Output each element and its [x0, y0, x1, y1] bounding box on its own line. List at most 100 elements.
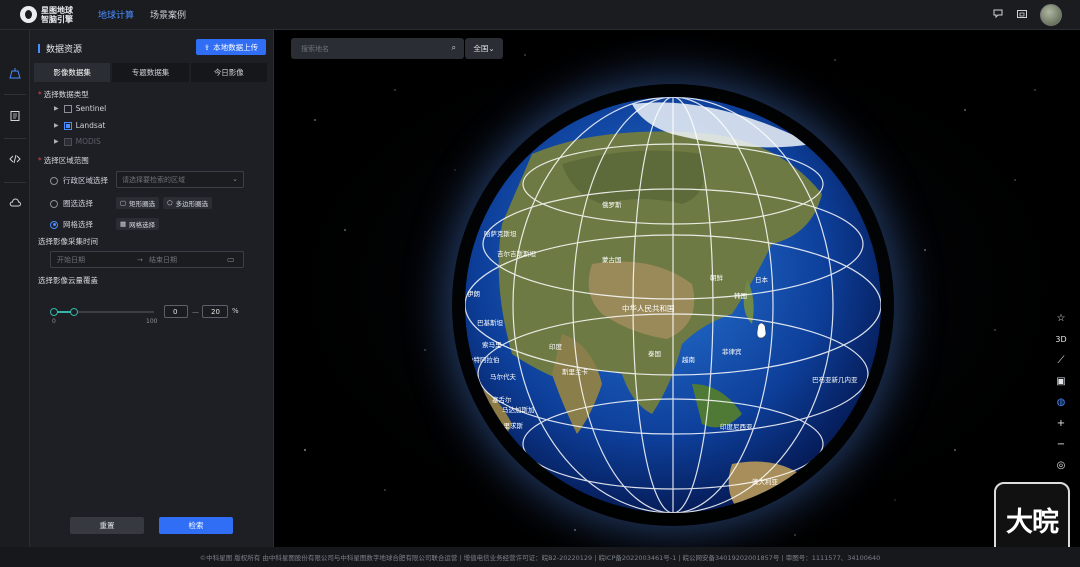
- star-icon[interactable]: ☆: [1050, 308, 1072, 329]
- end-date-input[interactable]: 结束日期: [149, 255, 227, 265]
- range-separator: —: [192, 308, 199, 316]
- rect-select-label: 矩形圈选: [129, 200, 156, 208]
- tab-imagery-dataset[interactable]: 影像数据集: [34, 63, 111, 82]
- place-search-input[interactable]: 搜索地名 ⌕: [291, 38, 464, 59]
- slider-min-tick: 0: [52, 318, 56, 325]
- tab-thematic-dataset[interactable]: 专题数据集: [112, 63, 189, 82]
- slider-handle-max[interactable]: [70, 308, 78, 316]
- rail-divider: [4, 138, 26, 139]
- cloud-min-input[interactable]: 0: [164, 305, 188, 318]
- label-kazakhstan: 哈萨克斯坦: [484, 229, 517, 238]
- watermark-logo: 大晥: [994, 482, 1070, 547]
- layers-icon[interactable]: [0, 65, 30, 87]
- slider-max-tick: 100: [146, 318, 158, 325]
- reset-button[interactable]: 重置: [70, 517, 144, 534]
- sentinel-checkbox[interactable]: [63, 104, 72, 113]
- sentinel-label: Sentinel: [75, 104, 107, 113]
- code-icon[interactable]: [0, 151, 30, 173]
- radio-grid[interactable]: [50, 220, 58, 229]
- zoom-in-icon[interactable]: +: [1050, 413, 1072, 434]
- required-mark: *: [38, 156, 42, 165]
- brand-line-1: 星图地球: [41, 5, 73, 15]
- tab-today-imagery[interactable]: 今日影像: [190, 63, 267, 82]
- logo[interactable]: 星图地球 智脑引擎: [20, 6, 82, 24]
- search-icon[interactable]: ⌕: [452, 43, 456, 53]
- window-icon[interactable]: [1016, 8, 1028, 23]
- grid-select-button[interactable]: ▦ 网格选择: [116, 218, 160, 230]
- modis-checkbox: [63, 137, 72, 146]
- upload-local-data-button[interactable]: ⇪ 本地数据上传: [196, 39, 266, 55]
- expand-arrow-icon[interactable]: ▶: [54, 138, 59, 145]
- radio-grid-select[interactable]: 网格选择: [50, 219, 93, 230]
- polygon-select-button[interactable]: ⬠ 多边形圈选: [163, 197, 213, 209]
- region-dropdown-label: 全国: [473, 44, 489, 53]
- globe-icon[interactable]: ◍: [1050, 392, 1072, 413]
- landsat-checkbox[interactable]: [63, 121, 72, 130]
- map-viewport[interactable]: 搜索地名 ⌕ 全国 ⌄ 俄罗斯 中华人民共和国 蒙古国 日本 韩国 朝鲜 印度 …: [275, 30, 1080, 547]
- radio-draw[interactable]: [50, 199, 58, 208]
- tree-item-landsat[interactable]: ▶ Landsat: [54, 121, 105, 130]
- footer-text: ©中科星图 版权所有 由中科星图股份有限公司与中科星图数字地球合肥有限公司联合运…: [199, 554, 881, 562]
- date-range-picker[interactable]: 开始日期 → 结束日期 ▭: [50, 251, 244, 268]
- expand-arrow-icon[interactable]: ▶: [54, 105, 59, 112]
- grid-select-label: 网格选择: [129, 221, 156, 229]
- radio-admin[interactable]: [50, 176, 58, 185]
- calendar-icon[interactable]: ▭: [227, 255, 235, 264]
- label-iran: 伊朗: [467, 289, 480, 298]
- nav-scene-cases[interactable]: 场景案例: [150, 0, 186, 30]
- label-india: 印度: [549, 342, 563, 351]
- panel-title: 数据资源: [46, 45, 83, 55]
- label-korea: 韩国: [734, 291, 747, 300]
- label-mongolia: 蒙古国: [602, 255, 622, 264]
- chevron-down-icon: ⌄: [488, 44, 495, 53]
- globe[interactable]: 俄罗斯 中华人民共和国 蒙古国 日本 韩国 朝鲜 印度 哈萨克斯坦 巴基斯坦 伊…: [452, 84, 894, 526]
- data-type-title: * 选择数据类型: [38, 89, 89, 100]
- tree-item-modis: ▶ MODIS: [54, 137, 101, 146]
- start-date-input[interactable]: 开始日期: [57, 255, 137, 265]
- region-dropdown[interactable]: 全国 ⌄: [465, 38, 503, 59]
- header-actions: [992, 0, 1062, 30]
- data-type-title-text: 选择数据类型: [43, 90, 89, 99]
- upload-icon: ⇪: [203, 42, 211, 52]
- comment-edit-icon[interactable]: [992, 8, 1004, 23]
- label-vietnam: 越南: [682, 355, 696, 364]
- region-select-placeholder: 请选择要检索的区域: [122, 175, 185, 184]
- polygon-icon: ⬠: [167, 199, 173, 207]
- region-select[interactable]: 请选择要检索的区域 ⌄: [116, 171, 244, 188]
- chevron-down-icon: ⌄: [232, 175, 238, 183]
- nav-earth-computing[interactable]: 地球计算: [98, 0, 134, 30]
- expand-arrow-icon[interactable]: ▶: [54, 122, 59, 129]
- cloud-max-input[interactable]: 20: [202, 305, 228, 318]
- 3d-icon[interactable]: 3D: [1050, 329, 1072, 350]
- hand-cursor-icon: [756, 322, 767, 339]
- slider-handle-min[interactable]: [50, 308, 58, 316]
- radio-draw-select[interactable]: 圈选选择: [50, 198, 93, 209]
- region-title-text: 选择区域范围: [43, 156, 89, 165]
- frame-icon[interactable]: ▣: [1050, 371, 1072, 392]
- logo-mark-icon: [20, 6, 37, 23]
- avatar[interactable]: [1040, 4, 1062, 26]
- label-mauritius: 毛里求斯: [497, 421, 524, 430]
- cloud-title: 选择影像云量覆盖: [38, 276, 98, 285]
- rail-divider: [4, 182, 26, 183]
- side-rail: [0, 30, 30, 547]
- landsat-label: Landsat: [75, 121, 106, 130]
- label-madagascar: 马达加斯加: [502, 405, 535, 414]
- tree-item-sentinel[interactable]: ▶ Sentinel: [54, 104, 106, 113]
- rectangle-icon: ▢: [120, 199, 127, 207]
- label-pakistan: 巴基斯坦: [477, 318, 504, 327]
- draw-label: 圈选选择: [63, 199, 93, 208]
- compass-icon[interactable]: ◎: [1050, 455, 1072, 476]
- search-button[interactable]: 检索: [159, 517, 233, 534]
- admin-label: 行政区域选择: [63, 176, 108, 185]
- cloud-slider[interactable]: [50, 308, 154, 316]
- document-icon[interactable]: [0, 108, 30, 130]
- panel-header: 数据资源: [38, 42, 82, 55]
- ruler-icon[interactable]: ⟋: [1050, 350, 1072, 371]
- cloud-icon[interactable]: [0, 195, 30, 217]
- rect-select-button[interactable]: ▢ 矩形圈选: [116, 197, 160, 209]
- upload-label: 本地数据上传: [213, 42, 259, 52]
- label-saudi: 沙特阿拉伯: [467, 355, 500, 364]
- radio-admin-region[interactable]: 行政区域选择: [50, 175, 108, 186]
- zoom-out-icon[interactable]: −: [1050, 434, 1072, 455]
